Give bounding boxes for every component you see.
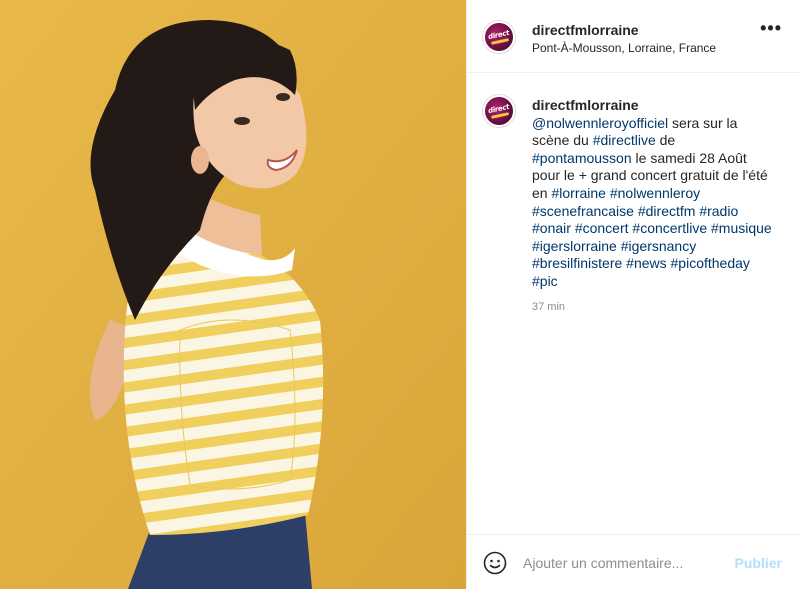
- caption-text-fragment: de: [655, 132, 676, 149]
- smiley-face-icon[interactable]: [483, 551, 507, 575]
- comment-input[interactable]: Ajouter un commentaire...: [523, 555, 683, 571]
- comment-username[interactable]: directfmlorraine: [532, 97, 777, 115]
- caption-link[interactable]: #bresilfinistere: [532, 255, 622, 271]
- profile-avatar[interactable]: direct: [483, 21, 515, 53]
- caption-link[interactable]: #musique: [711, 220, 772, 236]
- caption-link[interactable]: #igersnancy: [621, 238, 697, 254]
- caption-link[interactable]: #concertlive: [632, 220, 707, 236]
- instagram-post: direct directfmlorraine Pont-À-Mousson, …: [0, 0, 800, 589]
- caption-link[interactable]: #scenefrancaise: [532, 203, 634, 219]
- publish-button[interactable]: Publier: [735, 555, 782, 571]
- caption-link[interactable]: #nolwennleroy: [610, 185, 700, 201]
- photo-illustration: [0, 0, 466, 589]
- post-photo[interactable]: [0, 0, 467, 589]
- caption-link[interactable]: #pic: [532, 273, 558, 289]
- caption-link[interactable]: #directfm: [638, 203, 696, 219]
- caption-link[interactable]: #onair: [532, 220, 571, 236]
- caption-link[interactable]: #pontamousson: [532, 150, 632, 166]
- comment-form: Ajouter un commentaire... Publier: [467, 534, 800, 589]
- caption-link[interactable]: #directlive: [593, 132, 656, 148]
- caption-body: @nolwennleroyofficiel sera sur la scène …: [532, 115, 772, 289]
- more-horizontal-icon[interactable]: •••: [760, 19, 782, 37]
- caption-link[interactable]: #picoftheday: [671, 255, 750, 271]
- post-side-panel: direct directfmlorraine Pont-À-Mousson, …: [467, 0, 800, 589]
- caption-text: directfmlorraine @nolwennleroyofficiel s…: [532, 97, 777, 291]
- caption-link[interactable]: #radio: [699, 203, 738, 219]
- caption-link[interactable]: @nolwennleroyofficiel: [532, 115, 668, 131]
- post-header: direct directfmlorraine Pont-À-Mousson, …: [467, 0, 800, 73]
- caption-link[interactable]: #news: [626, 255, 666, 271]
- post-timestamp[interactable]: 37 min: [532, 301, 565, 313]
- comment-avatar[interactable]: direct: [483, 95, 515, 127]
- caption-link[interactable]: #lorraine: [551, 185, 605, 201]
- caption-link[interactable]: #concert: [575, 220, 629, 236]
- post-location[interactable]: Pont-À-Mousson, Lorraine, France: [532, 41, 716, 55]
- header-username[interactable]: directfmlorraine: [532, 22, 639, 38]
- caption-link[interactable]: #igerslorraine: [532, 238, 617, 254]
